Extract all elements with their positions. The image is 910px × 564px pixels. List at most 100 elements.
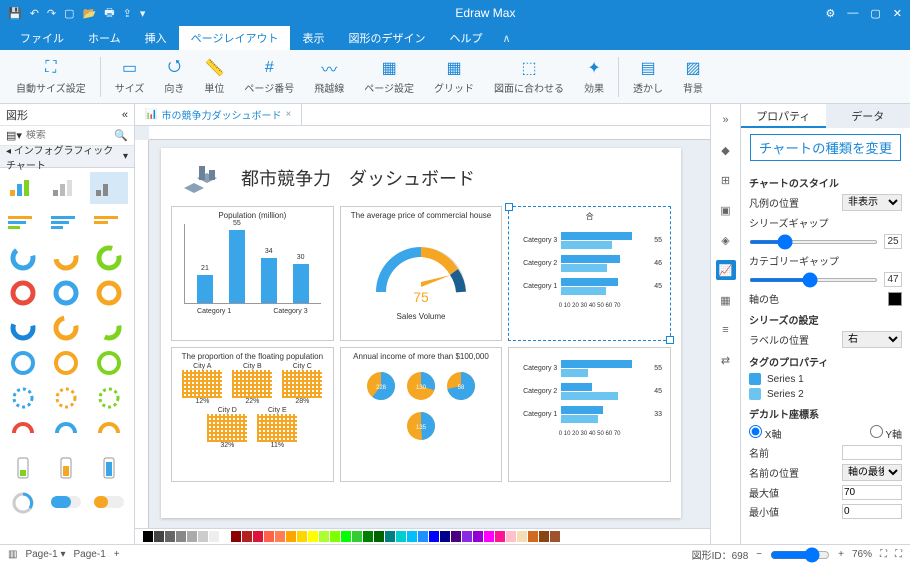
palette-swatch[interactable] (341, 531, 351, 542)
tool-chart-icon[interactable]: 📈 (716, 260, 736, 280)
palette-swatch[interactable] (176, 531, 186, 542)
add-page-icon[interactable]: + (114, 549, 120, 560)
search-input[interactable] (26, 130, 110, 141)
radio-xaxis[interactable]: X軸 (749, 425, 781, 441)
palette-swatch[interactable] (286, 531, 296, 542)
palette-swatch[interactable] (264, 531, 274, 542)
palette-swatch[interactable] (220, 531, 230, 542)
palette-swatch[interactable] (539, 531, 549, 542)
shape-thumb[interactable] (90, 277, 128, 309)
tab-home[interactable]: ホーム (76, 26, 133, 50)
chart-gauge[interactable]: The average price of commercial house 75 (340, 206, 503, 341)
tag-series2[interactable]: Series 2 (749, 388, 902, 400)
shape-thumb[interactable] (90, 417, 128, 449)
palette-swatch[interactable] (484, 531, 494, 542)
tab-insert[interactable]: 挿入 (133, 26, 179, 50)
palette-swatch[interactable] (462, 531, 472, 542)
palette-swatch[interactable] (550, 531, 560, 542)
tab-property[interactable]: プロパティ (741, 104, 826, 128)
legend-pos-select[interactable]: 非表示 (842, 194, 902, 211)
btn-orient[interactable]: ⭯向き (156, 56, 192, 97)
category-header[interactable]: ◂ インフォグラフィックチャート ▾ (0, 146, 134, 168)
ribbon-collapse-icon[interactable]: ∧ (502, 32, 510, 45)
label-pos-select[interactable]: 右 (842, 331, 902, 348)
page-viewport[interactable]: 都市競争力 ダッシュボード Population (million) 21 55… (149, 140, 710, 528)
shape-thumb[interactable] (90, 452, 128, 484)
export-icon[interactable]: ⇪ (123, 7, 132, 20)
series-gap-slider[interactable] (749, 240, 878, 244)
shape-thumb[interactable] (90, 347, 128, 379)
page-layout-icon[interactable]: ▥ (8, 549, 17, 560)
shape-thumb[interactable] (4, 172, 42, 204)
shape-thumb[interactable] (90, 312, 128, 344)
paper[interactable]: 都市競争力 ダッシュボード Population (million) 21 55… (161, 148, 681, 518)
shape-thumb[interactable] (47, 452, 85, 484)
page-tab[interactable]: Page-1 (74, 549, 106, 560)
tab-shapedesign[interactable]: 図形のデザイン (336, 26, 437, 50)
shape-thumb[interactable] (4, 452, 42, 484)
shape-thumb[interactable] (90, 382, 128, 414)
palette-swatch[interactable] (297, 531, 307, 542)
zoom-out-icon[interactable]: − (756, 549, 762, 560)
fullscreen-icon[interactable]: ⛶ (895, 549, 902, 560)
open-icon[interactable]: 📂 (83, 7, 97, 20)
shape-thumb[interactable] (47, 417, 85, 449)
palette-swatch[interactable] (374, 531, 384, 542)
palette-swatch[interactable] (473, 531, 483, 542)
tab-pagelayout[interactable]: ページレイアウト (179, 26, 291, 50)
palette-swatch[interactable] (396, 531, 406, 542)
palette-swatch[interactable] (495, 531, 505, 542)
palette-swatch[interactable] (209, 531, 219, 542)
palette-swatch[interactable] (385, 531, 395, 542)
palette-swatch[interactable] (143, 531, 153, 542)
btn-fittoshape[interactable]: ⬚図面に合わせる (486, 56, 572, 97)
btn-autosize[interactable]: ⛶自動サイズ設定 (8, 56, 94, 97)
palette-swatch[interactable] (231, 531, 241, 542)
cat-gap-value[interactable]: 47 (884, 272, 902, 287)
shape-thumb[interactable] (90, 487, 128, 519)
zoom-in-icon[interactable]: + (838, 549, 844, 560)
chart-population[interactable]: Population (million) 21 55 34 30 Categor… (171, 206, 334, 341)
page-selector[interactable]: Page-1 ▾ (25, 549, 65, 560)
tab-view[interactable]: 表示 (290, 26, 336, 50)
palette-swatch[interactable] (352, 531, 362, 542)
shapes-grid[interactable] (0, 168, 134, 544)
palette-swatch[interactable] (407, 531, 417, 542)
tool-table-icon[interactable]: ▦ (716, 290, 736, 310)
palette-swatch[interactable] (440, 531, 450, 542)
tab-file[interactable]: ファイル (8, 26, 76, 50)
tool-layers-icon[interactable]: ◈ (716, 230, 736, 250)
palette-swatch[interactable] (319, 531, 329, 542)
palette-swatch[interactable] (506, 531, 516, 542)
shape-thumb[interactable] (47, 382, 85, 414)
qat-more-icon[interactable]: ▾ (140, 7, 146, 20)
tool-fill-icon[interactable]: ◆ (716, 140, 736, 160)
filter-icon[interactable]: ▤▾ (6, 129, 22, 142)
palette-swatch[interactable] (275, 531, 285, 542)
print-icon[interactable]: 🖶 (104, 4, 114, 23)
shape-thumb[interactable] (90, 172, 128, 204)
shape-thumb[interactable] (47, 312, 85, 344)
max-input[interactable] (842, 485, 902, 500)
shape-thumb[interactable] (4, 347, 42, 379)
shape-thumb[interactable] (47, 172, 85, 204)
shape-thumb[interactable] (47, 347, 85, 379)
save-icon[interactable]: 💾 (8, 7, 22, 20)
tab-close-icon[interactable]: × (285, 109, 291, 120)
change-chart-button[interactable]: チャートの種類を変更 (750, 134, 901, 161)
btn-effect[interactable]: ✦効果 (576, 56, 612, 97)
settings-icon[interactable]: ⚙ (826, 7, 836, 20)
tab-help[interactable]: ヘルプ (437, 26, 494, 50)
tool-shuffle-icon[interactable]: ⇄ (716, 350, 736, 370)
palette-swatch[interactable] (528, 531, 538, 542)
close-icon[interactable]: ✕ (893, 7, 902, 20)
fit-page-icon[interactable]: ⛶ (880, 549, 887, 560)
shape-thumb[interactable] (90, 207, 128, 239)
shape-thumb[interactable] (47, 277, 85, 309)
search-icon[interactable]: 🔍 (114, 129, 128, 142)
palette-swatch[interactable] (363, 531, 373, 542)
panel-collapse-icon[interactable]: « (122, 109, 128, 121)
palette-swatch[interactable] (187, 531, 197, 542)
tool-align-icon[interactable]: ≡ (716, 320, 736, 340)
shape-thumb[interactable] (4, 487, 42, 519)
